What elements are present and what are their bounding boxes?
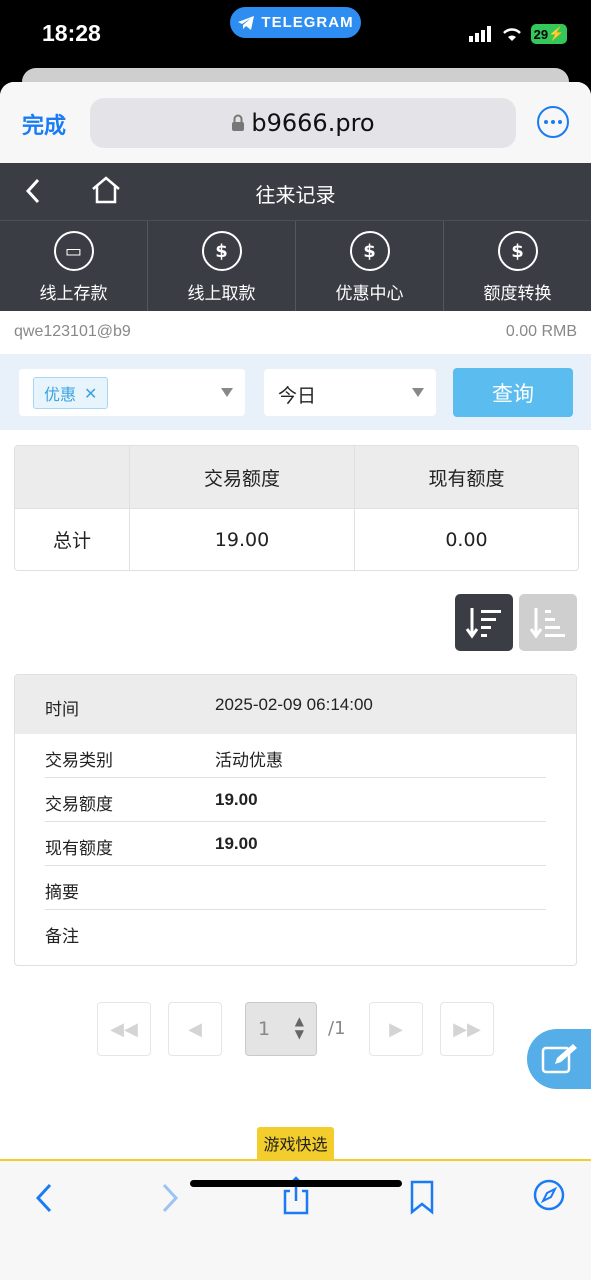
url-text: b9666.pro (251, 109, 375, 137)
summary-header-blank (15, 446, 130, 508)
menu-promotions[interactable]: $ 优惠中心 (296, 221, 444, 311)
date-select[interactable]: 今日 (264, 369, 436, 416)
record-row: 交易额度 19.00 (45, 778, 546, 822)
record-time-row: 时间 2025-02-09 06:14:00 (15, 675, 576, 734)
record-time-label: 时间 (45, 700, 79, 720)
telegram-return-pill[interactable]: TELEGRAM (230, 7, 361, 38)
card-in-hand-icon: ▭ (53, 231, 94, 271)
record-row-value: 19.00 (215, 834, 258, 853)
summary-header-amount: 交易额度 (130, 446, 355, 508)
record-row: 摘要 (45, 866, 546, 910)
status-time: 18:28 (42, 20, 101, 46)
summary-total-balance: 0.00 (445, 528, 488, 551)
record-row-label: 现有额度 (45, 839, 113, 859)
edit-floating-button[interactable] (527, 1029, 591, 1089)
sort-descending-icon (465, 607, 501, 639)
menu-transfer[interactable]: $ 额度转换 (444, 221, 591, 311)
lock-icon (232, 114, 245, 131)
summary-total-label: 总计 (15, 509, 130, 570)
exchange-coins-icon: $ (497, 231, 538, 271)
sort-ascending-icon (529, 607, 565, 639)
balance: 0.00 RMB (505, 323, 577, 340)
first-page-button[interactable]: ◀◀ (97, 1002, 151, 1056)
chevron-left-icon: ◀ (188, 1018, 202, 1040)
record-row: 交易类别 活动优惠 (45, 734, 546, 778)
browser-forward-icon[interactable] (160, 1181, 180, 1215)
coin-cycle-icon: $ (349, 231, 390, 271)
tag-close-icon[interactable]: ✕ (84, 384, 97, 403)
last-page-button[interactable]: ▶▶ (440, 1002, 494, 1056)
record-row-value: 活动优惠 (215, 751, 283, 771)
username: qwe123101@b9 (14, 323, 131, 340)
wifi-icon (503, 28, 521, 41)
done-button[interactable]: 完成 (22, 108, 66, 140)
page-current: 1 (258, 1018, 271, 1040)
edit-icon (541, 1044, 577, 1074)
page-title: 往来记录 (255, 183, 336, 207)
updown-chevron-icon: ▲ ▼ (294, 1014, 304, 1041)
browser-back-icon[interactable] (34, 1181, 54, 1215)
menu-online-deposit[interactable]: ▭ 线上存款 (0, 221, 148, 311)
summary-total-amount: 19.00 (130, 509, 355, 570)
record-row-label: 交易类别 (45, 751, 113, 771)
summary-header-row: 交易额度 现有额度 (15, 446, 578, 508)
page-select[interactable]: 1 ▲ ▼ (245, 1002, 317, 1056)
status-indicators: 29 ⚡ (469, 24, 567, 44)
pagination: ◀◀ ◀ 1 ▲ ▼ /1 ▶ ▶▶ (0, 1002, 591, 1058)
sort-ascending-button[interactable] (519, 594, 577, 651)
chevron-right-icon: ▶ (389, 1018, 403, 1040)
type-select[interactable]: 优惠 ✕ (19, 369, 245, 416)
status-bar: 18:28 TELEGRAM 29 ⚡ (0, 0, 591, 70)
menu-label: 线上取款 (187, 284, 256, 304)
date-select-value: 今日 (278, 385, 317, 407)
sort-descending-button[interactable] (455, 594, 513, 651)
query-button[interactable]: 查询 (453, 368, 573, 417)
record-time-value: 2025-02-09 06:14:00 (215, 695, 373, 714)
record-row: 备注 (45, 910, 546, 954)
bookmarks-icon[interactable] (409, 1179, 435, 1215)
type-tag[interactable]: 优惠 ✕ (33, 377, 109, 409)
battery-level: 29 (533, 26, 549, 42)
summary-header-balance: 现有额度 (428, 467, 505, 490)
home-indicator (190, 1180, 402, 1187)
page-header: 往来记录 (0, 163, 591, 220)
record-card: 时间 2025-02-09 06:14:00 交易类别 活动优惠 交易额度 19… (14, 674, 577, 966)
menu-label: 线上存款 (39, 284, 108, 304)
account-row: qwe123101@b9 0.00 RMB (0, 311, 591, 354)
record-row-label: 备注 (45, 927, 79, 947)
browser-toolbar (0, 1159, 591, 1280)
type-tag-label: 优惠 (44, 385, 77, 404)
record-row: 现有额度 19.00 (45, 822, 546, 866)
chevron-down-icon (221, 388, 233, 397)
address-bar-row: 完成 b9666.pro (0, 82, 591, 163)
game-quick-select-tab[interactable]: 游戏快选 (257, 1127, 334, 1159)
quick-menu: ▭ 线上存款 $ 线上取款 $ 优惠中心 $ 额度转换 (0, 220, 591, 311)
telegram-label: TELEGRAM (261, 14, 354, 31)
signal-icon (469, 26, 491, 42)
double-chevron-left-icon: ◀◀ (110, 1018, 138, 1040)
summary-total-row: 总计 19.00 0.00 (15, 508, 578, 570)
address-field[interactable]: b9666.pro (90, 98, 516, 148)
page-total: /1 (328, 1018, 346, 1039)
browser-sheet: 完成 b9666.pro 往来记录 ▭ 线上存款 $ 线上取款 $ 优惠中心 $… (0, 82, 591, 1280)
chevron-down-icon (412, 388, 424, 397)
more-options-icon[interactable] (537, 106, 569, 138)
compass-icon[interactable] (532, 1178, 566, 1212)
menu-online-withdraw[interactable]: $ 线上取款 (148, 221, 296, 311)
next-page-button[interactable]: ▶ (369, 1002, 423, 1056)
coin-in-hand-icon: $ (201, 231, 242, 271)
menu-label: 优惠中心 (335, 284, 404, 304)
record-row-value: 19.00 (215, 790, 258, 809)
telegram-icon (238, 15, 255, 30)
prev-page-button[interactable]: ◀ (168, 1002, 222, 1056)
filter-bar: 优惠 ✕ 今日 查询 (0, 354, 591, 430)
summary-table: 交易额度 现有额度 总计 19.00 0.00 (14, 445, 579, 571)
menu-label: 额度转换 (483, 284, 552, 304)
battery-icon: 29 ⚡ (531, 24, 567, 44)
double-chevron-right-icon: ▶▶ (453, 1018, 481, 1040)
record-row-label: 摘要 (45, 883, 79, 903)
record-row-label: 交易额度 (45, 795, 113, 815)
